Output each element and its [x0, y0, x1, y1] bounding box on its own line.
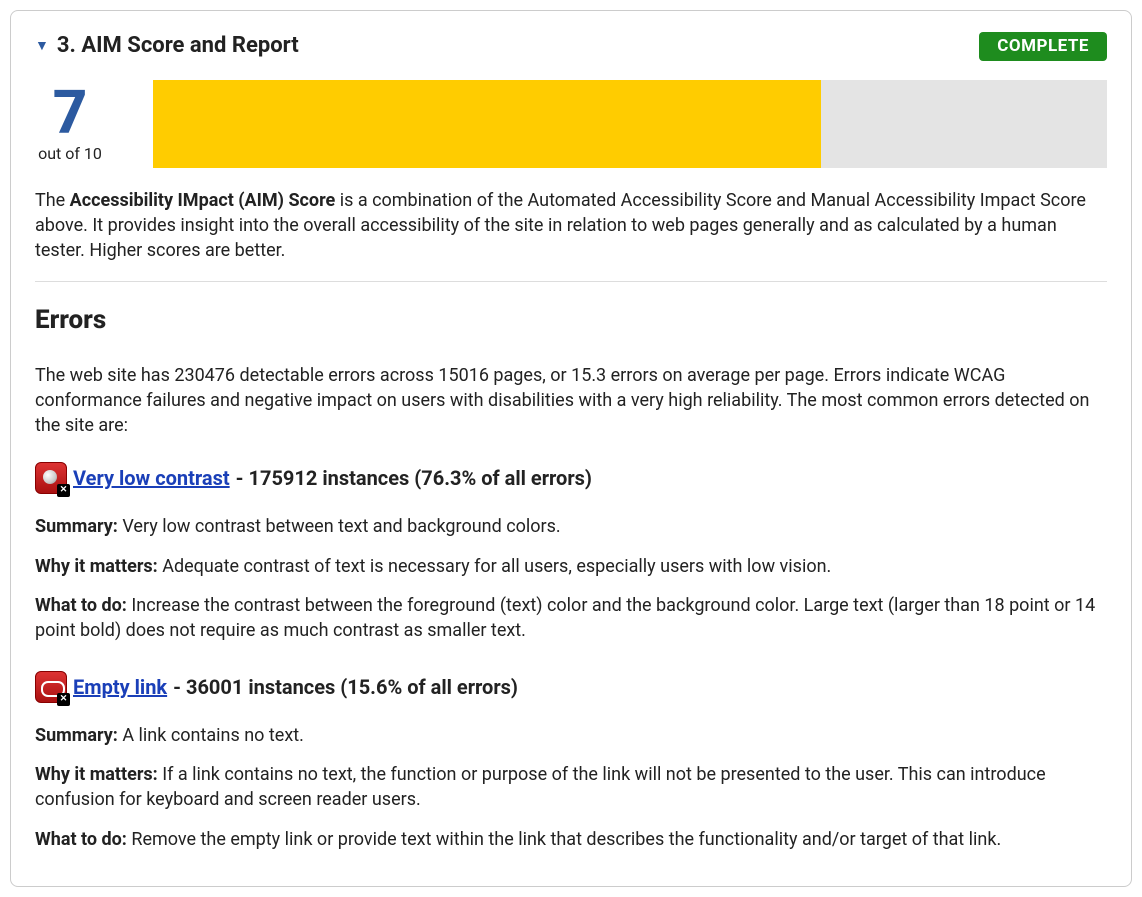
error-stats: - 36001 instances (15.6% of all errors)	[173, 673, 518, 701]
errors-intro: The web site has 230476 detectable error…	[35, 363, 1107, 439]
score-row: 7 out of 10	[35, 80, 1107, 168]
why-label: Why it matters:	[35, 556, 158, 577]
score-bar-fill	[153, 80, 821, 168]
report-panel: ▼ 3. AIM Score and Report COMPLETE 7 out…	[10, 10, 1132, 887]
empty-link-error-icon	[35, 671, 67, 703]
error-why: Why it matters: Adequate contrast of tex…	[35, 554, 1107, 579]
aim-description: The Accessibility IMpact (AIM) Score is …	[35, 188, 1107, 264]
why-text: If a link contains no text, the function…	[35, 764, 1046, 810]
error-summary: Summary: Very low contrast between text …	[35, 514, 1107, 539]
error-title-row: Very low contrast - 175912 instances (76…	[35, 462, 1107, 494]
summary-text: Very low contrast between text and backg…	[118, 516, 561, 537]
desc-prefix: The	[35, 190, 70, 211]
desc-bold: Accessibility IMpact (AIM) Score	[70, 190, 336, 211]
errors-heading: Errors	[35, 302, 1107, 338]
what-text: Remove the empty link or provide text wi…	[127, 829, 1001, 850]
section-title: 3. AIM Score and Report	[57, 31, 299, 62]
summary-label: Summary:	[35, 725, 118, 746]
section-header: ▼ 3. AIM Score and Report COMPLETE	[35, 31, 1107, 62]
error-link-contrast[interactable]: Very low contrast	[73, 464, 230, 492]
why-text: Adequate contrast of text is necessary f…	[158, 556, 832, 577]
error-what: What to do: Remove the empty link or pro…	[35, 827, 1107, 852]
summary-text: A link contains no text.	[118, 725, 304, 746]
error-summary: Summary: A link contains no text.	[35, 723, 1107, 748]
error-why: Why it matters: If a link contains no te…	[35, 762, 1107, 812]
score-subtext: out of 10	[38, 143, 102, 165]
what-text: Increase the contrast between the foregr…	[35, 595, 1095, 641]
summary-label: Summary:	[35, 516, 118, 537]
disclosure-triangle-icon[interactable]: ▼	[35, 37, 49, 57]
what-label: What to do:	[35, 595, 127, 616]
why-label: Why it matters:	[35, 764, 158, 785]
error-title-row: Empty link - 36001 instances (15.6% of a…	[35, 671, 1107, 703]
error-stats: - 175912 instances (76.3% of all errors)	[236, 464, 592, 492]
divider	[35, 281, 1107, 282]
what-label: What to do:	[35, 829, 127, 850]
error-what: What to do: Increase the contrast betwee…	[35, 593, 1107, 643]
status-badge: COMPLETE	[979, 32, 1107, 62]
score-number: 7	[53, 83, 88, 143]
contrast-error-icon	[35, 462, 67, 494]
score-box: 7 out of 10	[35, 83, 105, 165]
score-bar	[153, 80, 1107, 168]
error-link-empty[interactable]: Empty link	[73, 673, 167, 701]
header-left[interactable]: ▼ 3. AIM Score and Report	[35, 31, 299, 62]
